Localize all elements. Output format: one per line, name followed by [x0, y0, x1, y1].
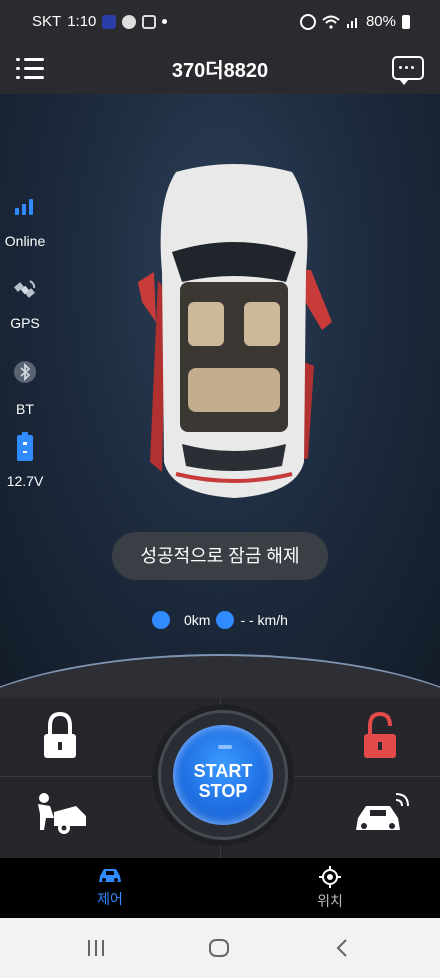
trip-readout: 0km - - km/h: [152, 611, 288, 629]
panel-arc-divider: [0, 654, 440, 698]
front-right-seat: [244, 302, 280, 346]
bt-label: BT: [16, 401, 34, 417]
battery-icon: [17, 432, 33, 461]
unlock-success-toast: 성공적으로 잠금 해제: [112, 532, 328, 580]
tab-control-label: 제어: [97, 891, 123, 907]
notification-app-icon: [142, 14, 157, 29]
battery-icon: [402, 14, 410, 29]
signal-bars-icon: [15, 199, 33, 215]
carrier: SKT: [32, 13, 62, 30]
satellite-icon: [14, 280, 36, 298]
voltage-label: 12.7V: [6, 473, 44, 489]
online-label: Online: [4, 233, 46, 249]
vehicle-plate-title: 370더8820: [171, 60, 269, 82]
speedometer-icon: [216, 611, 235, 629]
battery-percent: 80%: [365, 13, 396, 30]
start-stop-label: START STOP: [173, 761, 273, 801]
recent-apps-icon[interactable]: [86, 938, 106, 958]
car-icon: [99, 869, 121, 882]
car-top-view: [138, 164, 332, 498]
gps-label: GPS: [10, 315, 40, 331]
unlock-icon: [364, 711, 396, 758]
back-icon[interactable]: [334, 938, 350, 958]
start-stop-face: START STOP: [173, 725, 273, 825]
home-icon[interactable]: [208, 938, 230, 958]
bottom-tab-bar: 제어 위치: [0, 858, 440, 918]
signal-icon: [346, 17, 357, 28]
unlock-button[interactable]: [340, 704, 420, 774]
start-label: START: [193, 761, 253, 781]
system-nav-bar: [0, 918, 440, 978]
online-status: Online: [0, 196, 50, 249]
stop-label: STOP: [198, 781, 248, 801]
front-left-seat: [188, 302, 224, 346]
left-front-door: [138, 272, 156, 322]
engine-repair-button[interactable]: [20, 782, 100, 852]
speed-value: - - km/h: [240, 612, 288, 628]
bluetooth-status: BT: [0, 360, 50, 417]
car-signal-button[interactable]: [340, 782, 420, 852]
tab-location-label: 위치: [317, 893, 343, 909]
mechanic-car-icon: [38, 793, 86, 834]
gps-status: GPS: [0, 278, 50, 331]
chat-icon[interactable]: [392, 56, 424, 85]
indicator-dash: [218, 745, 232, 749]
status-bar: SKT 1:10 80%: [0, 0, 440, 44]
notification-app-icon: [122, 14, 137, 29]
location-target-icon: [319, 866, 341, 888]
alarm-icon: [299, 13, 316, 30]
app-header: 370더8820: [0, 44, 440, 94]
time: 1:10: [67, 13, 97, 30]
tab-control[interactable]: 제어: [50, 866, 170, 909]
odometer-icon: [152, 611, 170, 629]
car-signal-icon: [356, 793, 409, 830]
start-stop-button[interactable]: START STOP: [158, 710, 288, 840]
car-windshield: [172, 242, 296, 282]
rear-seat: [188, 368, 280, 412]
lock-icon: [44, 711, 76, 758]
lock-button[interactable]: [20, 704, 100, 774]
battery-voltage-status: 12.7V: [0, 432, 50, 489]
bluetooth-icon: [14, 361, 36, 383]
tab-location[interactable]: 위치: [270, 866, 390, 911]
wifi-icon: [322, 15, 340, 29]
notification-app-icon: [102, 14, 117, 29]
odometer-value: 0km: [184, 612, 211, 628]
more-notifications-dot-icon: [162, 19, 168, 24]
